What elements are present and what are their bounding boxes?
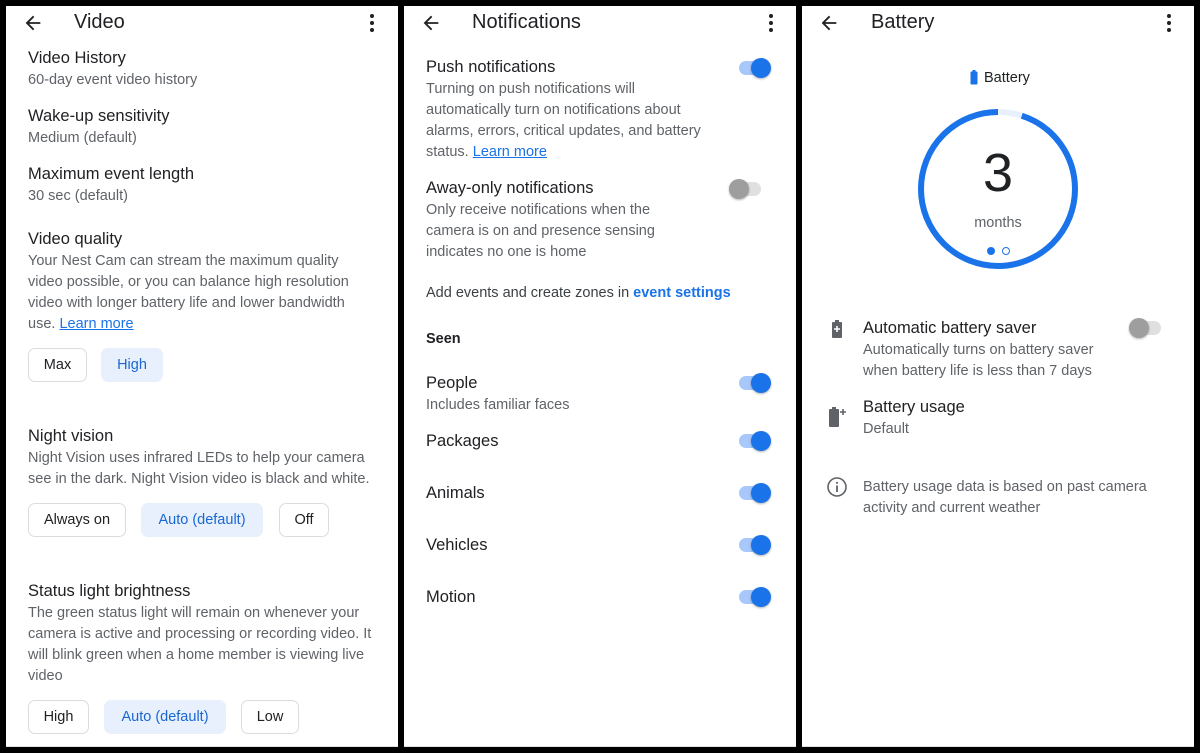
people-toggle[interactable] xyxy=(737,373,771,393)
seen-section-header: Seen xyxy=(426,331,461,347)
setting-title: Battery usage xyxy=(863,398,965,416)
setting-title: Automatic battery saver xyxy=(863,319,1037,337)
motion-label: Motion xyxy=(426,588,476,606)
setting-title: Video History xyxy=(28,49,126,67)
back-arrow-icon[interactable] xyxy=(818,12,840,34)
section-description: The green status light will remain on wh… xyxy=(28,605,372,684)
push-notifications-setting: Push notifications Turning on push notif… xyxy=(426,58,726,163)
setting-value: Default xyxy=(863,421,909,437)
status-light-auto-button[interactable]: Auto (default) xyxy=(104,700,226,734)
status-light-section: Status light brightness The green status… xyxy=(28,582,388,687)
back-arrow-icon[interactable] xyxy=(22,12,44,34)
video-history-setting[interactable]: Video History 60-day event video history xyxy=(28,49,197,91)
setting-value: 60-day event video history xyxy=(28,72,198,88)
status-light-high-button[interactable]: High xyxy=(28,700,89,734)
battery-usage-icon xyxy=(828,406,848,428)
wake-up-sensitivity-setting[interactable]: Wake-up sensitivity Medium (default) xyxy=(28,107,170,149)
page-title: Video xyxy=(74,11,125,33)
battery-unit: months xyxy=(974,215,1022,231)
battery-level-icon xyxy=(970,70,978,85)
away-only-toggle[interactable] xyxy=(729,179,763,199)
battery-saver-toggle[interactable] xyxy=(1129,318,1163,338)
max-event-length-setting[interactable]: Maximum event length 30 sec (default) xyxy=(28,165,194,207)
night-off-button[interactable]: Off xyxy=(279,503,329,537)
packages-label: Packages xyxy=(426,432,499,450)
animals-toggle[interactable] xyxy=(737,483,771,503)
people-setting: People Includes familiar faces xyxy=(426,374,569,416)
section-title: Video quality xyxy=(28,230,123,248)
page-title: Notifications xyxy=(472,11,581,33)
setting-value: 30 sec (default) xyxy=(28,188,128,204)
back-arrow-icon[interactable] xyxy=(420,12,442,34)
more-options-icon[interactable] xyxy=(768,13,774,33)
quality-high-button[interactable]: High xyxy=(101,348,163,382)
setting-description: Turning on push notifications will autom… xyxy=(426,81,701,160)
gauge-label: Battery xyxy=(984,70,1030,86)
setting-description: Automatically turns on battery saver whe… xyxy=(863,342,1094,379)
section-title: Night vision xyxy=(28,427,114,445)
info-icon xyxy=(826,476,848,498)
setting-title: Away-only notifications xyxy=(426,179,594,197)
section-title: Status light brightness xyxy=(28,582,191,600)
packages-toggle[interactable] xyxy=(737,431,771,451)
night-vision-section: Night vision Night Vision uses infrared … xyxy=(28,427,388,490)
setting-value: Medium (default) xyxy=(28,130,137,146)
event-settings-text: Add events and create zones in event set… xyxy=(426,285,731,301)
battery-saver-setting: Automatic battery saver Automatically tu… xyxy=(863,319,1123,382)
page-dot-inactive[interactable] xyxy=(1002,247,1010,255)
setting-title: Wake-up sensitivity xyxy=(28,107,170,125)
setting-title: Maximum event length xyxy=(28,165,194,183)
push-notifications-toggle[interactable] xyxy=(737,58,771,78)
battery-saver-icon xyxy=(831,320,843,338)
vehicles-toggle[interactable] xyxy=(737,535,771,555)
video-panel: Video Video History 60-day event video h… xyxy=(6,6,398,747)
battery-usage-setting[interactable]: Battery usage Default xyxy=(863,398,965,440)
divider xyxy=(802,746,1194,747)
video-quality-section: Video quality Your Nest Cam can stream t… xyxy=(28,230,388,335)
battery-info-text: Battery usage data is based on past came… xyxy=(863,479,1147,516)
night-always-on-button[interactable]: Always on xyxy=(28,503,126,537)
animals-label: Animals xyxy=(426,484,485,502)
setting-description: Includes familiar faces xyxy=(426,397,570,413)
status-light-low-button[interactable]: Low xyxy=(241,700,299,734)
quality-max-button[interactable]: Max xyxy=(28,348,87,382)
section-description: Night Vision uses infrared LEDs to help … xyxy=(28,450,370,487)
event-settings-link[interactable]: event settings xyxy=(633,285,731,301)
more-options-icon[interactable] xyxy=(1166,13,1172,33)
battery-panel: Battery Battery 3 months Automatic batte… xyxy=(802,6,1194,747)
learn-more-link[interactable]: Learn more xyxy=(59,316,133,332)
section-description: Your Nest Cam can stream the maximum qua… xyxy=(28,253,349,332)
page-dot-active[interactable] xyxy=(987,247,995,255)
setting-description: Only receive notifications when the came… xyxy=(426,202,655,260)
motion-toggle[interactable] xyxy=(737,587,771,607)
divider xyxy=(6,746,398,747)
setting-title: Push notifications xyxy=(426,58,556,76)
more-options-icon[interactable] xyxy=(369,13,375,33)
divider xyxy=(404,746,796,747)
page-title: Battery xyxy=(871,11,935,33)
vehicles-label: Vehicles xyxy=(426,536,488,554)
night-auto-button[interactable]: Auto (default) xyxy=(141,503,263,537)
setting-title: People xyxy=(426,374,478,392)
battery-value: 3 xyxy=(982,143,1014,203)
notifications-panel: Notifications Push notifications Turning… xyxy=(404,6,796,747)
away-only-notifications-setting: Away-only notifications Only receive not… xyxy=(426,179,726,263)
learn-more-link[interactable]: Learn more xyxy=(473,144,547,160)
